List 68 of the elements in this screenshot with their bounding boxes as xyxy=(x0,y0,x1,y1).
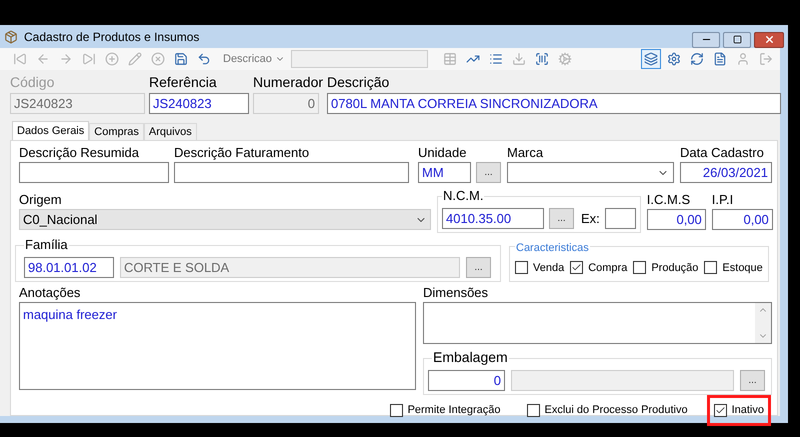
brand-dropdown[interactable] xyxy=(507,162,674,183)
input-field[interactable] xyxy=(174,162,409,183)
input-field[interactable]: 0 xyxy=(428,370,505,391)
input-field[interactable]: 26/03/2021 xyxy=(680,162,772,183)
checkbox-label: Venda xyxy=(533,260,564,276)
tab[interactable]: Arquivos xyxy=(144,123,197,140)
field-label: Marca xyxy=(507,145,544,160)
field-label: I.C.M.S xyxy=(646,192,692,207)
checkbox[interactable] xyxy=(515,261,528,274)
field-label: N.C.M. xyxy=(443,188,484,203)
field-label: Referência xyxy=(149,75,218,90)
close-icon xyxy=(764,34,774,45)
dimensions-field[interactable] xyxy=(423,302,772,344)
field-label: Descrição Faturamento xyxy=(174,145,310,160)
input-field[interactable]: 0780L MANTA CORREIA SINCRONIZADORA xyxy=(327,93,782,114)
checkbox[interactable] xyxy=(390,404,403,417)
checkbox-label: Produção xyxy=(651,260,698,276)
input-field[interactable]: 0,00 xyxy=(712,209,773,230)
box-icon xyxy=(4,30,18,44)
field-label: Código xyxy=(10,75,56,90)
checkbox-label: Inativo xyxy=(732,403,764,418)
field-label: Família xyxy=(25,237,68,252)
origin-dropdown[interactable]: C0_Nacional xyxy=(19,209,431,230)
field-label: Origem xyxy=(19,192,63,207)
field-label: I.P.I xyxy=(712,192,734,207)
browse-button[interactable]: ... xyxy=(740,370,765,391)
checkbox-label: Exclui do Processo Produtivo xyxy=(544,403,688,418)
tab[interactable]: Dados Gerais xyxy=(12,121,90,140)
search-field[interactable] xyxy=(290,50,428,68)
field-label: Anotações xyxy=(19,285,82,300)
field-label: Dimensões xyxy=(423,285,490,300)
checkbox[interactable] xyxy=(570,261,584,274)
checkbox[interactable] xyxy=(704,261,718,274)
windows-icon[interactable] xyxy=(641,49,661,69)
notes-field[interactable]: maquina freezer xyxy=(19,302,416,390)
browse-button[interactable]: ... xyxy=(466,257,491,278)
input-field[interactable]: 4010.35.00 xyxy=(442,208,544,229)
tab[interactable]: Compras xyxy=(89,123,144,140)
search-field-dropdown[interactable]: Descricao xyxy=(223,50,285,68)
checkbox-label: Estoque xyxy=(722,260,763,276)
field-label: Numerador xyxy=(253,75,324,90)
maximize-button[interactable] xyxy=(723,32,751,48)
browse-button[interactable]: ... xyxy=(476,162,501,183)
checkbox[interactable] xyxy=(714,404,727,417)
checkbox-label: Compra xyxy=(588,260,628,276)
input-field[interactable]: JS240823 xyxy=(149,93,249,114)
scrollbar[interactable] xyxy=(755,303,771,343)
field-label: Descrição xyxy=(327,75,390,90)
input-field[interactable]: 98.01.01.02 xyxy=(24,257,114,278)
input-field[interactable]: CORTE E SOLDA xyxy=(120,257,460,278)
close-button[interactable] xyxy=(754,32,784,48)
ex-label: Ex: xyxy=(581,210,600,228)
input-field[interactable] xyxy=(604,208,636,229)
checkbox-label: Permite Integração xyxy=(408,403,500,418)
browse-button[interactable]: ... xyxy=(549,208,574,229)
input-field[interactable]: 0,00 xyxy=(646,209,706,230)
input-field[interactable] xyxy=(511,370,734,391)
group-label: Caracteristicas xyxy=(516,242,589,254)
input-field[interactable]: MM xyxy=(418,162,471,183)
field-label: Embalagem xyxy=(433,349,508,365)
window-title: Cadastro de Produtos e Insumos xyxy=(24,28,200,46)
maximize-icon xyxy=(732,35,742,44)
field-label: Data Cadastro xyxy=(680,145,765,160)
field-label: Unidade xyxy=(418,145,468,160)
input-field[interactable] xyxy=(19,162,169,183)
checkbox[interactable] xyxy=(633,261,646,274)
field-label: Descrição Resumida xyxy=(19,145,140,160)
checkbox[interactable] xyxy=(526,404,540,417)
